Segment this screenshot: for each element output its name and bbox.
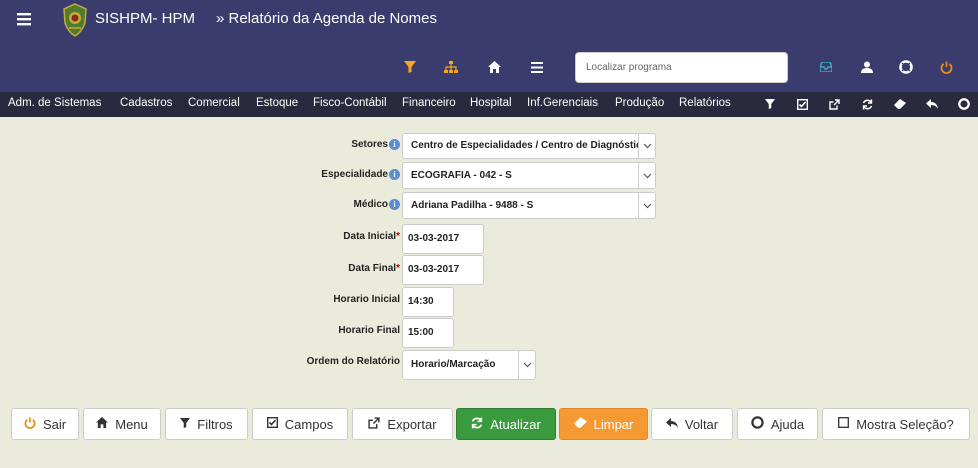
data-final-label: Data Final* — [300, 263, 400, 274]
menu-inf-gerenciais[interactable]: Inf.Gerenciais — [527, 97, 598, 109]
especialidade-label-text: Especialidade — [321, 169, 388, 181]
reply-icon[interactable] — [925, 97, 939, 111]
especialidade-label: Especialidade i — [300, 169, 400, 180]
data-inicial-input[interactable]: 03-03-2017 — [402, 224, 484, 254]
eraser-icon[interactable] — [893, 97, 907, 111]
menu-label: Menu — [115, 416, 148, 432]
home-icon — [96, 417, 109, 431]
ajuda-button[interactable]: Ajuda — [737, 408, 818, 440]
atualizar-button[interactable]: Atualizar — [456, 408, 556, 440]
exportar-label: Exportar — [387, 416, 437, 432]
data-inicial-label-text: Data Inicial — [343, 231, 397, 242]
setores-label-text: Setores — [351, 139, 388, 151]
sitemap-icon[interactable] — [442, 58, 460, 76]
sair-label: Sair — [42, 416, 67, 432]
setores-value: Centro de Especialidades / Centro de Dia… — [411, 140, 648, 151]
filter-icon[interactable] — [401, 58, 419, 76]
mostra-selecao-button[interactable]: Mostra Seleção? — [822, 408, 970, 440]
top-header: SISHPM- HPM » Relatório da Agenda de Nom… — [0, 0, 978, 92]
square-icon — [838, 417, 850, 431]
voltar-label: Voltar — [684, 416, 719, 432]
user-icon[interactable] — [858, 58, 876, 76]
menu-relatorios[interactable]: Relatórios — [679, 97, 731, 109]
medico-label: Médico i — [300, 199, 400, 210]
menu-estoque[interactable]: Estoque — [256, 97, 298, 109]
atualizar-label: Atualizar — [490, 416, 541, 432]
menu-hospital[interactable]: Hospital — [470, 97, 512, 109]
ordem-relatorio-select[interactable]: Horario/Marcação — [402, 350, 536, 380]
refresh-icon[interactable] — [860, 97, 874, 111]
voltar-button[interactable]: Voltar — [651, 408, 733, 440]
filter-icon — [180, 417, 191, 431]
ordem-relatorio-label: Ordem do Relatório — [306, 356, 400, 367]
menu-adm-sistemas[interactable]: Adm. de Sistemas — [8, 97, 101, 109]
list-icon[interactable] — [528, 58, 546, 76]
required-mark: * — [396, 263, 400, 274]
horario-inicial-input[interactable]: 14:30 — [402, 287, 454, 317]
exportar-button[interactable]: Exportar — [352, 408, 453, 440]
limpar-label: Limpar — [593, 416, 634, 432]
info-icon[interactable]: i — [389, 139, 400, 150]
lifebuoy-icon[interactable] — [897, 58, 915, 76]
reply-icon — [665, 417, 678, 431]
check-square-icon — [266, 416, 278, 431]
sair-button[interactable]: Sair — [11, 408, 79, 440]
power-icon — [24, 416, 36, 432]
horario-final-label: Horario Final — [338, 325, 400, 336]
chevron-down-icon[interactable] — [638, 193, 655, 218]
mostra-selecao-label: Mostra Seleção? — [856, 416, 954, 432]
info-icon[interactable]: i — [389, 199, 400, 210]
external-link-icon — [368, 416, 381, 432]
menu-button[interactable]: Menu — [83, 408, 161, 440]
data-final-input[interactable]: 03-03-2017 — [402, 255, 484, 285]
medico-value: Adriana Padilha - 9488 - S — [411, 200, 534, 211]
medico-select[interactable]: Adriana Padilha - 9488 - S — [402, 192, 656, 219]
campos-button[interactable]: Campos — [252, 408, 348, 440]
main-menubar: Adm. de Sistemas Cadastros Comercial Est… — [0, 92, 978, 117]
medico-label-text: Médico — [353, 199, 388, 211]
horario-inicial-label: Horario Inicial — [333, 294, 400, 305]
eraser-icon — [573, 417, 587, 431]
data-inicial-label: Data Inicial* — [300, 231, 400, 242]
required-mark: * — [396, 231, 400, 242]
inbox-icon[interactable] — [817, 58, 835, 76]
setores-select[interactable]: Centro de Especialidades / Centro de Dia… — [402, 133, 656, 159]
especialidade-select[interactable]: ECOGRAFIA - 042 - S — [402, 162, 656, 189]
filtros-label: Filtros — [197, 416, 233, 432]
page-title: » Relatório da Agenda de Nomes — [216, 10, 437, 27]
power-icon[interactable] — [937, 58, 955, 76]
campos-label: Campos — [284, 416, 334, 432]
lifebuoy-icon — [751, 416, 764, 432]
especialidade-value: ECOGRAFIA - 042 - S — [411, 170, 512, 181]
menu-fisco-contabil[interactable]: Fisco-Contábil — [313, 97, 387, 109]
chevron-down-icon[interactable] — [638, 134, 655, 158]
limpar-button[interactable]: Limpar — [559, 408, 648, 440]
menu-cadastros[interactable]: Cadastros — [120, 97, 172, 109]
search-input[interactable]: Localizar programa — [575, 52, 788, 83]
info-icon[interactable]: i — [389, 169, 400, 180]
filter-icon[interactable] — [763, 97, 777, 111]
filtros-button[interactable]: Filtros — [165, 408, 248, 440]
chevron-down-icon[interactable] — [518, 351, 535, 379]
menu-financeiro[interactable]: Financeiro — [402, 97, 456, 109]
refresh-icon — [471, 417, 483, 432]
external-link-icon[interactable] — [827, 97, 841, 111]
menu-comercial[interactable]: Comercial — [188, 97, 240, 109]
horario-final-input[interactable]: 15:00 — [402, 318, 454, 348]
ordem-relatorio-value: Horario/Marcação — [411, 359, 496, 370]
brand-title: SISHPM- HPM — [95, 10, 196, 27]
chevron-down-icon[interactable] — [638, 163, 655, 188]
ajuda-label: Ajuda — [770, 416, 805, 432]
data-final-label-text: Data Final — [348, 263, 397, 274]
hamburger-menu-icon[interactable] — [17, 12, 31, 26]
logo-icon — [62, 3, 88, 37]
lifebuoy-icon[interactable] — [957, 97, 971, 111]
menu-producao[interactable]: Produção — [615, 97, 664, 109]
setores-label: Setores i — [300, 139, 400, 150]
home-icon[interactable] — [485, 58, 503, 76]
check-square-icon[interactable] — [795, 97, 809, 111]
